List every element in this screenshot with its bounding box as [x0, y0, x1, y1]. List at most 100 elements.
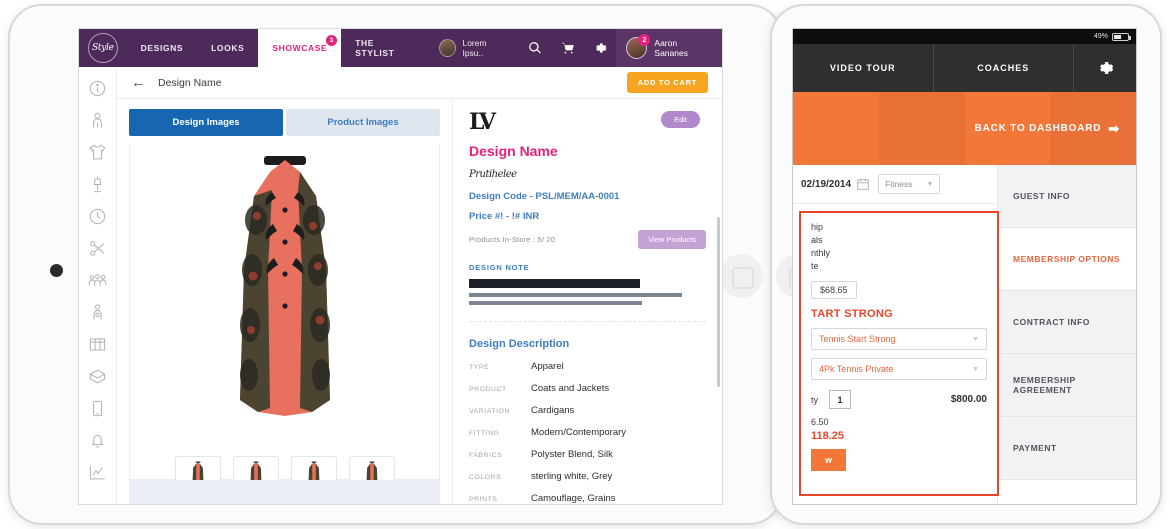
- battery-percent: 49%: [1093, 33, 1108, 40]
- nav-label: SHOWCASE: [272, 43, 328, 53]
- brand-logo[interactable]: Style: [79, 29, 127, 67]
- settings-tab[interactable]: [1074, 44, 1136, 92]
- notification-badge: 2: [638, 34, 651, 46]
- cart-icon[interactable]: [552, 29, 584, 67]
- tab-design-images[interactable]: Design Images: [129, 109, 283, 136]
- form-top-row: 02/19/2014 Fitness ▼: [793, 165, 997, 204]
- battery-icon: [1112, 32, 1131, 41]
- highlighted-membership-box: hip als nthly te $68.65 TART STRONG Tenn…: [799, 211, 999, 496]
- right-tablet-screen: 49% VIDEO TOUR COACHES BACK TO DASHBOARD…: [792, 28, 1137, 505]
- attribute-key: TYPE: [469, 364, 490, 371]
- hero-image-wrap: [130, 150, 439, 450]
- page-title: Design Name: [158, 76, 222, 89]
- design-hero-image[interactable]: [210, 150, 360, 450]
- design-name-heading: Design Name: [469, 143, 558, 159]
- books-icon[interactable]: [88, 335, 107, 354]
- account-name: Aaron Sananes: [654, 38, 688, 58]
- detail-pane: LV Edit Design Name Prutihelee Design Co…: [453, 99, 722, 504]
- nav-item-the-stylist[interactable]: THE STYLIST: [341, 29, 427, 67]
- gear-icon: [1100, 62, 1114, 74]
- content-panes: Design Images Product Images LV Edit Des…: [117, 99, 722, 504]
- attribute-key: FITTING: [469, 430, 500, 437]
- gallery-pane: Design Images Product Images: [117, 99, 453, 504]
- calendar-icon[interactable]: [856, 177, 870, 191]
- top-navbar: Style DESIGNS LOOKS SHOWCASE 3 THE STYLI…: [79, 29, 722, 67]
- tab-coaches[interactable]: COACHES: [934, 44, 1074, 92]
- amount-field[interactable]: $68.65: [811, 281, 857, 300]
- nav-user-chip[interactable]: Lorem Ipsu..: [427, 29, 519, 67]
- line-price: $800.00: [950, 394, 987, 406]
- redacted-bar: [469, 279, 640, 288]
- chart-icon[interactable]: [88, 463, 107, 482]
- category-select[interactable]: Fitness ▼: [878, 174, 941, 194]
- clock-icon[interactable]: [88, 207, 107, 226]
- redacted-bar: [469, 301, 642, 305]
- chevron-down-icon: ▼: [926, 180, 934, 188]
- avatar: [439, 39, 457, 57]
- nav-label: LOOKS: [211, 43, 245, 53]
- designer-signature: Prutihelee: [469, 169, 517, 180]
- nav-item-showcase[interactable]: SHOWCASE 3: [258, 29, 342, 67]
- primary-action-button[interactable]: w: [811, 449, 847, 472]
- sidebar-item-guest-info[interactable]: GUEST INFO: [998, 165, 1136, 228]
- redacted-bar: [469, 293, 683, 297]
- screenshot-stage: Style DESIGNS LOOKS SHOWCASE 3 THE STYLI…: [0, 0, 1170, 529]
- attribute-key: PRINTS: [469, 496, 498, 503]
- gallery-tabs: Design Images Product Images: [129, 109, 440, 136]
- nav-item-looks[interactable]: LOOKS: [197, 29, 258, 67]
- hero-block: [878, 92, 965, 165]
- nav-user-label: Lorem Ipsu..: [462, 38, 487, 58]
- left-tablet-device: Style DESIGNS LOOKS SHOWCASE 3 THE STYLI…: [8, 4, 783, 525]
- account-chip[interactable]: 2 Aaron Sananes: [616, 29, 722, 67]
- sidebar-item-payment[interactable]: PAYMENT: [998, 417, 1136, 480]
- sidebar-item-contract-info[interactable]: CONTRACT INFO: [998, 291, 1136, 354]
- in-store-row: Products In-Store : 5/ 20 View Products: [469, 230, 706, 249]
- back-arrow-icon[interactable]: ←: [131, 75, 146, 90]
- attribute-row: PRODUCT Coats and Jackets: [469, 383, 706, 394]
- status-bar: 49%: [793, 29, 1136, 44]
- tshirt-icon[interactable]: [88, 143, 107, 162]
- nav-item-designs[interactable]: DESIGNS: [127, 29, 197, 67]
- nav-label: DESIGNS: [140, 43, 184, 53]
- person-icon[interactable]: [88, 111, 107, 130]
- back-to-dashboard-button[interactable]: BACK TO DASHBOARD ➡: [975, 121, 1120, 137]
- line-item: te: [811, 261, 819, 272]
- search-icon[interactable]: [519, 29, 551, 67]
- attribute-key: VARIATION: [469, 408, 511, 415]
- tailor-icon[interactable]: [88, 303, 107, 322]
- info-icon[interactable]: [88, 79, 107, 98]
- group-icon[interactable]: [88, 271, 107, 290]
- gear-icon[interactable]: [584, 29, 616, 67]
- app-body: ← Design Name ADD TO CART Design Images …: [79, 67, 722, 504]
- line-item: hip: [811, 222, 824, 232]
- front-camera: [50, 264, 63, 277]
- quantity-input[interactable]: 1: [829, 390, 852, 410]
- program-select[interactable]: Tennis Start Strong ▼: [811, 328, 987, 351]
- image-gallery: [129, 144, 440, 504]
- edit-button[interactable]: Edit: [661, 111, 700, 128]
- gallery-footer: [129, 480, 440, 504]
- home-button-left[interactable]: [719, 254, 763, 298]
- tab-product-images[interactable]: Product Images: [286, 109, 440, 136]
- bell-icon[interactable]: [88, 431, 107, 450]
- add-to-cart-button[interactable]: ADD TO CART: [626, 72, 708, 93]
- tab-video-tour[interactable]: VIDEO TOUR: [793, 44, 934, 92]
- date-field[interactable]: 02/19/2014: [801, 177, 870, 191]
- quantity-label: ty: [811, 394, 819, 405]
- package-select[interactable]: 4Pk Tennis Private ▼: [811, 358, 987, 381]
- category-value: Fitness: [885, 179, 913, 189]
- back-to-dashboard-label: BACK TO DASHBOARD: [974, 123, 1102, 134]
- scissors-icon[interactable]: [88, 239, 107, 258]
- attribute-value: Coats and Jackets: [531, 383, 610, 394]
- view-products-button[interactable]: View Products: [638, 230, 706, 249]
- attribute-value: Cardigans: [531, 405, 575, 416]
- left-tablet-screen: Style DESIGNS LOOKS SHOWCASE 3 THE STYLI…: [78, 28, 723, 505]
- vertical-scrollbar[interactable]: [717, 217, 720, 387]
- mobile-icon[interactable]: [88, 399, 107, 418]
- sidebar-item-membership-agreement[interactable]: MEMBERSHIP AGREEMENT: [998, 354, 1136, 417]
- sidebar-item-membership-options[interactable]: MEMBERSHIP OPTIONS: [998, 228, 1136, 291]
- showcase-badge: 3: [326, 35, 338, 46]
- attribute-row: TYPE Apparel: [469, 361, 706, 372]
- mannequin-icon[interactable]: [88, 175, 107, 194]
- box-icon[interactable]: [88, 367, 107, 386]
